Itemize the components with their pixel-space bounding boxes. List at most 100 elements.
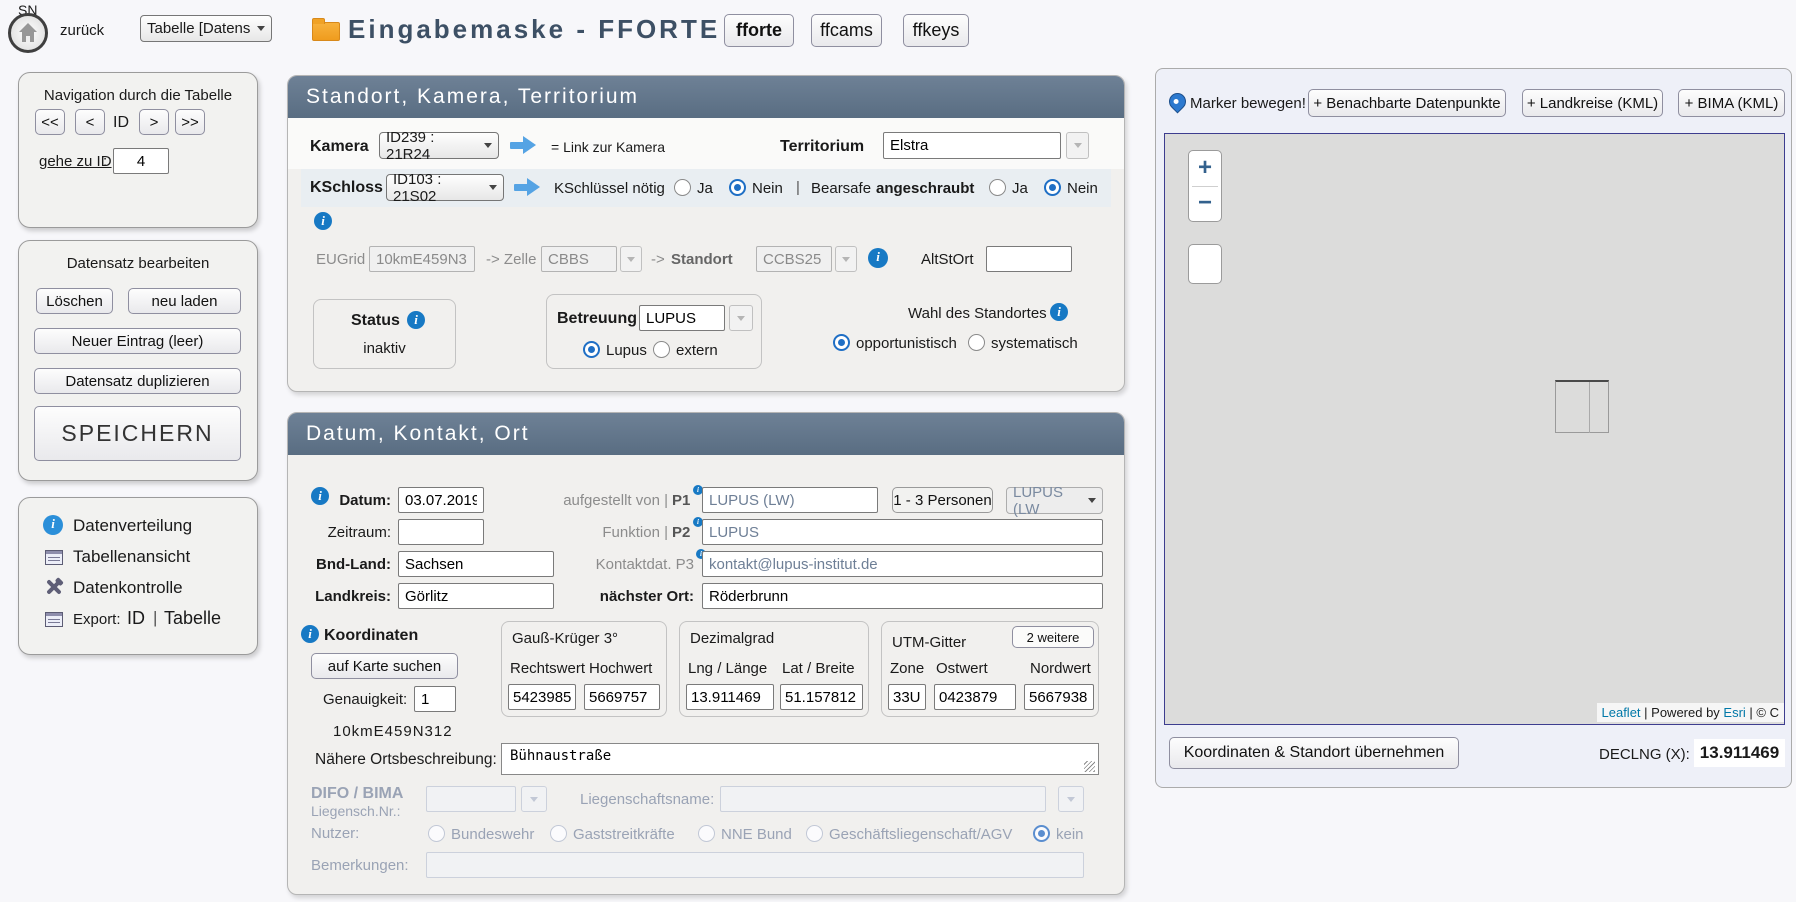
nav-first-button[interactable]: << (35, 109, 65, 135)
nutzer-gaststreitkraefte-radio (550, 825, 567, 842)
esri-link[interactable]: Esri (1723, 705, 1745, 720)
lat-input[interactable] (780, 684, 863, 710)
betreuung-input[interactable] (639, 305, 725, 331)
wahl-info-icon[interactable] (1050, 303, 1068, 321)
attr-tail: | © C (1746, 705, 1779, 720)
link-datenkontrolle[interactable]: Datenkontrolle (73, 578, 183, 598)
kschluessel-nein-radio[interactable] (729, 179, 746, 196)
kschluessel-ja-radio[interactable] (674, 179, 691, 196)
karte-suchen-button[interactable]: auf Karte suchen (311, 653, 458, 679)
app-tab-ffkeys[interactable]: ffkeys (903, 14, 969, 47)
altstort-label: AltStOrt (921, 251, 974, 268)
kamera-select[interactable]: ID239 : 21R24 (379, 132, 499, 159)
apply-coordinates-button[interactable]: Koordinaten & Standort übernehmen (1169, 737, 1459, 769)
altstort-input[interactable] (986, 246, 1072, 272)
nav-prev-button[interactable]: < (75, 109, 105, 135)
attr-sep: | (1641, 705, 1652, 720)
eugrid-info-icon[interactable] (868, 248, 888, 268)
navigation-panel-title: Navigation durch die Tabelle (19, 87, 257, 104)
kschloss-select-value: ID103 : 21S02 (393, 171, 483, 205)
bima-kml-button[interactable]: + BIMA (KML) (1678, 89, 1785, 117)
betreuung-extern-radio[interactable] (653, 341, 670, 358)
delete-button[interactable]: Löschen (36, 288, 113, 314)
link-datenverteilung[interactable]: Datenverteilung (73, 516, 192, 536)
p1-input[interactable] (702, 487, 878, 513)
zone-input[interactable] (888, 684, 926, 710)
p2-label-prefix: Funktion | (454, 524, 668, 541)
duplicate-button[interactable]: Datensatz duplizieren (34, 368, 241, 394)
bearsafe-nein-radio[interactable] (1044, 179, 1061, 196)
link-tabellenansicht[interactable]: Tabellenansicht (73, 547, 190, 567)
home-icon[interactable] (8, 13, 48, 53)
gk-rechtswert-input[interactable] (508, 684, 576, 710)
wahl-opportunistisch-label[interactable]: opportunistisch (856, 335, 957, 352)
map-canvas[interactable]: + − Leaflet | Powered by Esri | © C (1164, 133, 1785, 725)
bemerkungen-input (426, 852, 1084, 878)
kschloss-link-arrow-icon[interactable] (514, 178, 542, 196)
nav-next-button[interactable]: > (139, 109, 169, 135)
bearsafe-ja-radio[interactable] (989, 179, 1006, 196)
ostwert-input[interactable] (934, 684, 1016, 710)
zoom-in-button[interactable]: + (1189, 151, 1221, 186)
zoom-out-button[interactable]: − (1189, 187, 1221, 221)
nutzer-nne-bund-label: NNE Bund (721, 826, 792, 843)
leaflet-link[interactable]: Leaflet (1602, 705, 1641, 720)
save-button[interactable]: SPEICHERN (34, 406, 241, 461)
bearsafe-nein-label[interactable]: Nein (1067, 180, 1098, 197)
p3-input[interactable] (702, 551, 1103, 577)
back-link[interactable]: zurück (60, 22, 104, 39)
table-select[interactable]: Tabelle [Datens (140, 15, 272, 42)
kschloss-info-icon[interactable] (314, 212, 332, 230)
wahl-systematisch-radio[interactable] (968, 334, 985, 351)
export-table-link[interactable]: Tabelle (164, 608, 221, 629)
wahl-opportunistisch-radio[interactable] (833, 334, 850, 351)
betreuung-lupus-radio[interactable] (583, 341, 600, 358)
territorium-dropdown-button[interactable] (1066, 132, 1089, 159)
table-select-value: Tabelle [Datens (147, 20, 250, 37)
kschluessel-ja-label[interactable]: Ja (697, 180, 713, 197)
p1-label: P1 (672, 492, 690, 509)
betreuung-lupus-label[interactable]: Lupus (606, 342, 647, 359)
ort-input[interactable] (702, 583, 1103, 609)
zelle-input (541, 246, 617, 272)
export-separator: | (153, 608, 157, 628)
camera-link-arrow-icon[interactable] (510, 136, 538, 154)
app-tab-fforte[interactable]: fforte (724, 14, 794, 47)
new-entry-button[interactable]: Neuer Eintrag (leer) (34, 328, 241, 354)
weitere-button[interactable]: 2 weitere (1012, 626, 1094, 648)
kschluessel-nein-label[interactable]: Nein (752, 180, 783, 197)
reload-button[interactable]: neu laden (128, 288, 241, 314)
betreuung-label: Betreuung (557, 310, 637, 328)
nav-last-button[interactable]: >> (175, 109, 205, 135)
bearsafe-ja-label[interactable]: Ja (1012, 180, 1028, 197)
kschloss-select[interactable]: ID103 : 21S02 (386, 174, 504, 201)
standort-panel: Standort, Kamera, Territorium Kamera ID2… (287, 75, 1125, 392)
betreuung-extern-label[interactable]: extern (676, 342, 718, 359)
nordwert-input[interactable] (1024, 684, 1094, 710)
kamera-select-value: ID239 : 21R24 (386, 129, 478, 163)
koordinaten-info-icon[interactable] (301, 625, 319, 643)
p2-input[interactable] (702, 519, 1103, 545)
status-info-icon[interactable] (407, 311, 425, 329)
resize-handle[interactable] (1084, 761, 1095, 772)
territorium-input[interactable] (883, 132, 1061, 159)
lng-input[interactable] (686, 684, 774, 710)
app-tab-ffcams[interactable]: ffcams (811, 14, 882, 47)
p3-label: Kontaktdat. P3 (454, 556, 694, 573)
kschloss-label: KSchloss (310, 179, 383, 197)
betreuung-dropdown-button[interactable] (729, 305, 753, 331)
wahl-systematisch-label[interactable]: systematisch (991, 335, 1078, 352)
map-extra-button[interactable] (1188, 244, 1222, 284)
export-id-link[interactable]: ID (127, 608, 145, 629)
datum-info-icon[interactable] (311, 487, 329, 505)
goto-id-link[interactable]: gehe zu ID (39, 153, 112, 170)
lng-label: Lng / Länge (688, 660, 767, 677)
datenpunkte-button[interactable]: + Benachbarte Datenpunkte (1308, 89, 1506, 117)
genauigkeit-input[interactable] (414, 686, 456, 712)
landkreise-kml-button[interactable]: + Landkreise (KML) (1522, 89, 1663, 117)
nutzer-geschaeftsliegenschaft-radio (806, 825, 823, 842)
standort-panel-header: Standort, Kamera, Territorium (288, 76, 1124, 118)
gk-hochwert-input[interactable] (584, 684, 660, 710)
goto-id-input[interactable] (113, 148, 169, 174)
ortsbeschreibung-textarea[interactable]: Bühnaustraße (501, 743, 1099, 775)
